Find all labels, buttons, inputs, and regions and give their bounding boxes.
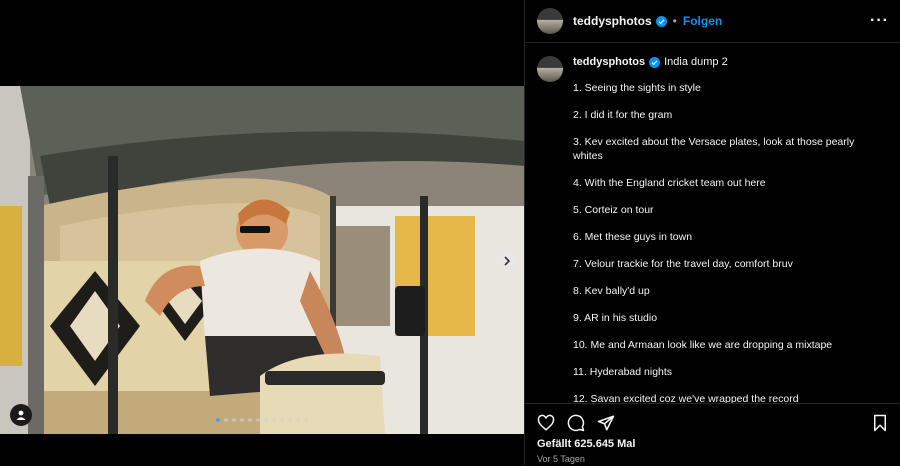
caption-line: 11. Hyderabad nights	[573, 366, 673, 378]
carousel-dot	[232, 418, 236, 422]
caption-line: 12. Savan excited coz we've wrapped the …	[573, 393, 799, 403]
comment-icon[interactable]	[567, 414, 585, 432]
post-author-username[interactable]: teddysphotos	[573, 14, 652, 28]
user-tag-button[interactable]	[10, 404, 32, 426]
follow-button[interactable]: Folgen	[683, 14, 722, 28]
carousel-indicator	[0, 418, 524, 422]
carousel-dot	[280, 418, 284, 422]
caption: teddysphotos India dump 2 1. Seeing the …	[525, 43, 900, 403]
caption-line: 8. Kev bally'd up	[573, 285, 650, 297]
post-header: teddysphotos • Folgen ···	[525, 0, 900, 43]
carousel-dot	[272, 418, 276, 422]
carousel-dot	[256, 418, 260, 422]
chevron-right-icon	[504, 256, 511, 266]
carousel-dot	[248, 418, 252, 422]
more-options-icon[interactable]: ···	[870, 12, 889, 30]
carousel-dot	[240, 418, 244, 422]
next-slide-button[interactable]	[497, 251, 517, 271]
header-separator: •	[672, 14, 677, 28]
caption-line: 6. Met these guys in town	[573, 231, 693, 243]
caption-line: 7. Velour trackie for the travel day, co…	[573, 258, 793, 270]
caption-line: 2. I did it for the gram	[573, 109, 673, 121]
caption-line: 3. Kev excited about the Versace plates,…	[573, 136, 855, 162]
carousel-dot	[264, 418, 268, 422]
caption-avatar[interactable]	[537, 56, 563, 82]
post-date: Vor 5 Tagen	[537, 454, 585, 464]
caption-list: 1. Seeing the sights in style 2. I did i…	[573, 81, 873, 403]
caption-username[interactable]: teddysphotos	[573, 55, 645, 69]
carousel-dot	[296, 418, 300, 422]
post-side-panel: teddysphotos • Folgen ··· teddysphotos I…	[524, 0, 900, 465]
caption-line: 5. Corteiz on tour	[573, 204, 654, 216]
share-icon[interactable]	[597, 414, 615, 432]
carousel-dot	[216, 418, 220, 422]
carousel-dot	[224, 418, 228, 422]
post-media	[0, 0, 524, 465]
actions-bar: Gefällt 625.645 Mal Vor 5 Tagen	[525, 403, 900, 466]
bookmark-icon[interactable]	[871, 414, 889, 432]
verified-badge-icon	[649, 56, 661, 68]
comments-section[interactable]: teddysphotos India dump 2 1. Seeing the …	[525, 43, 900, 403]
verified-badge-icon	[655, 15, 667, 27]
caption-line: 9. AR in his studio	[573, 312, 658, 324]
likes-count[interactable]: Gefällt 625.645 Mal	[525, 432, 900, 450]
carousel-dot	[288, 418, 292, 422]
avatar[interactable]	[537, 8, 563, 34]
caption-line: 1. Seeing the sights in style	[573, 82, 701, 94]
carousel-dot	[304, 418, 308, 422]
caption-line: 4. With the England cricket team out her…	[573, 177, 766, 189]
heart-icon[interactable]	[537, 414, 555, 432]
caption-line: 10. Me and Armaan look like we are dropp…	[573, 339, 833, 351]
caption-title: India dump 2	[664, 56, 728, 68]
post-photo[interactable]	[0, 86, 524, 434]
